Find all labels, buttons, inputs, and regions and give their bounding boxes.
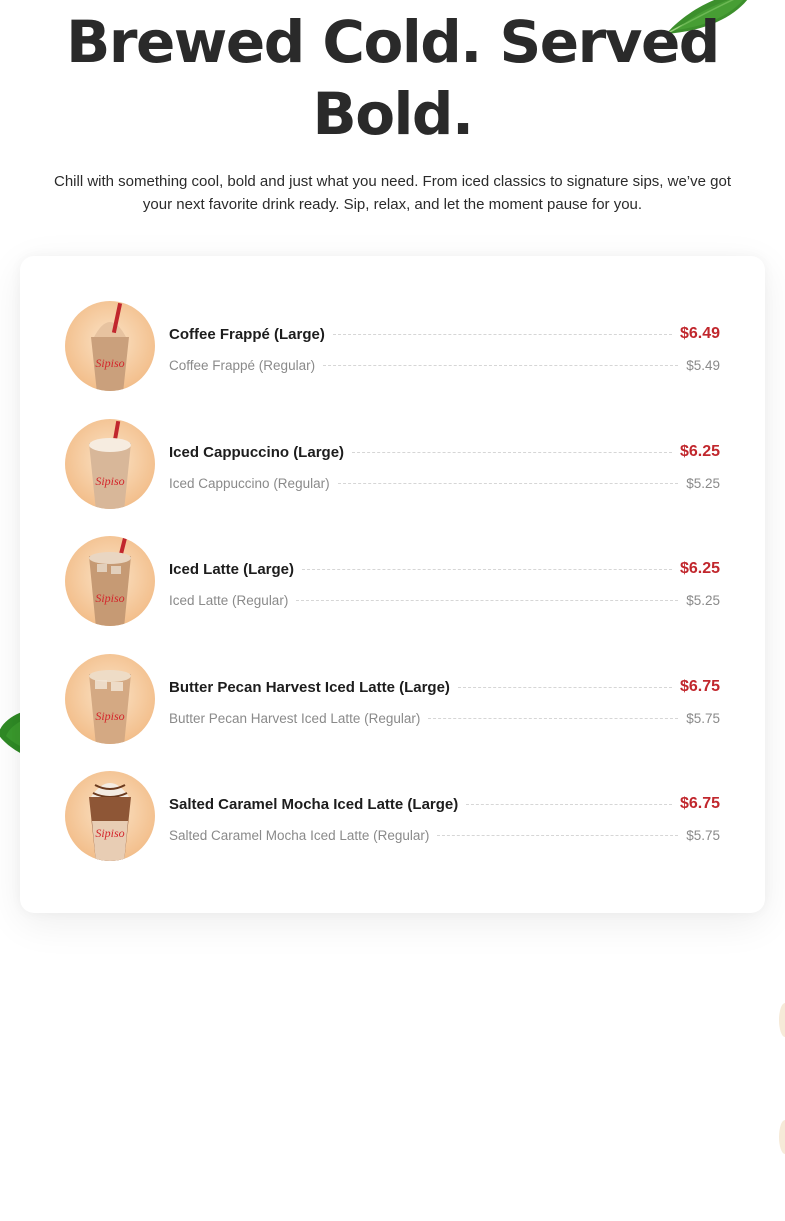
dotted-leader xyxy=(337,482,679,484)
iced-latte-cup-image: Sipiso xyxy=(65,536,155,626)
svg-text:Sipiso: Sipiso xyxy=(95,709,124,723)
butter-pecan-iced-latte-cup-image: Sipiso xyxy=(65,654,155,744)
item-name-large: Iced Latte (Large) xyxy=(169,560,295,578)
page-subtitle: Chill with something cool, bold and just… xyxy=(54,173,731,213)
menu-item[interactable]: Sipiso Salted Caramel Mocha Iced Latte (… xyxy=(65,771,720,863)
dotted-leader xyxy=(437,834,679,836)
item-price-regular: $5.49 xyxy=(686,357,720,373)
coffee-frappe-cup-image: Sipiso xyxy=(65,301,155,391)
decorative-shape xyxy=(779,1120,785,1154)
item-name-regular: Iced Latte (Regular) xyxy=(169,592,289,608)
item-price-regular: $5.25 xyxy=(686,592,720,608)
item-name-regular: Butter Pecan Harvest Iced Latte (Regular… xyxy=(169,710,421,726)
item-price-large: $6.75 xyxy=(679,795,720,812)
item-name-regular: Salted Caramel Mocha Iced Latte (Regular… xyxy=(169,827,430,843)
item-name-large: Iced Cappuccino (Large) xyxy=(169,443,345,461)
dotted-leader xyxy=(302,568,672,570)
dotted-leader xyxy=(457,686,672,688)
dotted-leader xyxy=(428,717,679,719)
item-price-regular: $5.75 xyxy=(686,827,720,843)
salted-caramel-mocha-cup-image: Sipiso xyxy=(65,771,155,861)
svg-text:Sipiso: Sipiso xyxy=(95,474,124,488)
svg-text:Sipiso: Sipiso xyxy=(95,591,124,605)
menu-item[interactable]: Sipiso Butter Pecan Harvest Iced Latte (… xyxy=(65,654,720,746)
svg-text:Sipiso: Sipiso xyxy=(95,826,124,840)
item-price-regular: $5.25 xyxy=(686,475,720,491)
dotted-leader xyxy=(296,599,679,601)
item-price-large: $6.49 xyxy=(679,325,720,342)
item-name-regular: Iced Cappuccino (Regular) xyxy=(169,475,330,491)
iced-cappuccino-cup-image: Sipiso xyxy=(65,419,155,509)
dotted-leader xyxy=(332,333,672,335)
menu-card: Sipiso Coffee Frappé (Large) $6.49 Coffe… xyxy=(20,256,765,913)
dotted-leader xyxy=(466,803,672,805)
item-name-large: Coffee Frappé (Large) xyxy=(169,325,325,343)
decorative-shape xyxy=(779,1003,785,1037)
dotted-leader xyxy=(323,364,679,366)
item-name-regular: Coffee Frappé (Regular) xyxy=(169,357,316,373)
dotted-leader xyxy=(352,451,672,453)
menu-item[interactable]: Sipiso Iced Latte (Large) $6.25 Iced Lat… xyxy=(65,536,720,628)
item-price-large: $6.75 xyxy=(679,678,720,695)
menu-item[interactable]: Sipiso Coffee Frappé (Large) $6.49 Coffe… xyxy=(65,301,720,393)
item-name-large: Butter Pecan Harvest Iced Latte (Large) xyxy=(169,678,450,696)
item-price-regular: $5.75 xyxy=(686,710,720,726)
item-price-large: $6.25 xyxy=(679,560,720,577)
page-title: Brewed Cold. Served Bold. xyxy=(66,8,720,148)
item-name-large: Salted Caramel Mocha Iced Latte (Large) xyxy=(169,795,459,813)
svg-text:Sipiso: Sipiso xyxy=(95,356,124,370)
item-price-large: $6.25 xyxy=(679,443,720,460)
menu-item[interactable]: Sipiso Iced Cappuccino (Large) $6.25 Ice… xyxy=(65,419,720,511)
